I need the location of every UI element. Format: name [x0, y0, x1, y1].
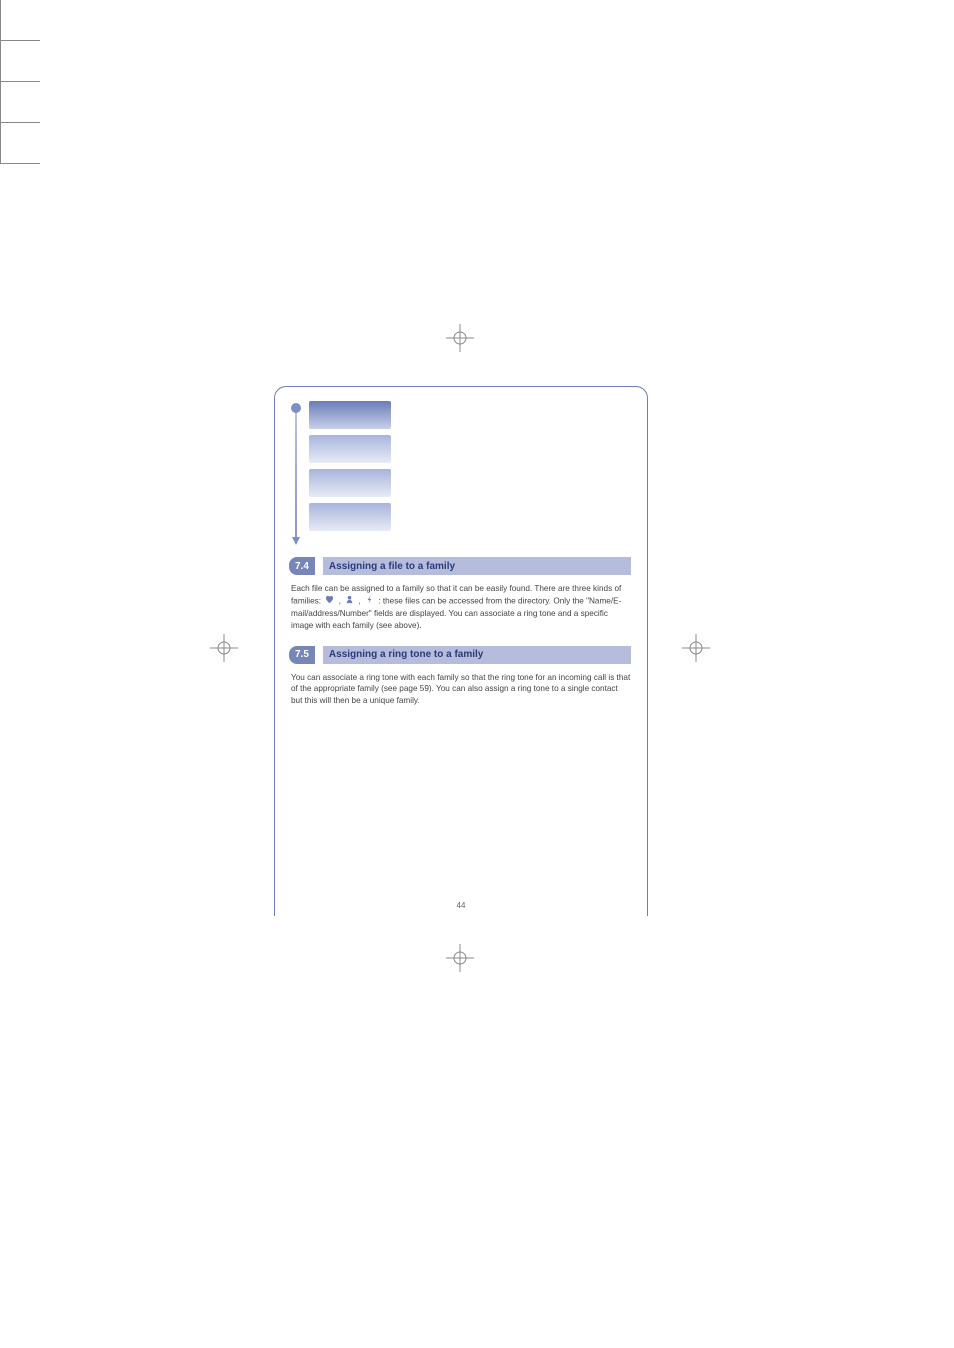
- section-number: 7.5: [289, 646, 315, 664]
- registration-mark-icon: [446, 944, 474, 972]
- section-header: 7.5 Assigning a ring tone to a family: [289, 646, 631, 664]
- person-icon: [345, 595, 354, 608]
- section-header: 7.4 Assigning a file to a family: [289, 557, 631, 575]
- section-body: Each file can be assigned to a family so…: [291, 583, 631, 632]
- section-body: You can associate a ring tone with each …: [291, 672, 631, 708]
- heart-icon: [325, 595, 334, 608]
- section-number: 7.4: [289, 557, 315, 575]
- section-title: Assigning a ring tone to a family: [323, 646, 631, 664]
- registration-mark-icon: [682, 634, 710, 662]
- slider-graphic: [291, 401, 301, 547]
- menu-graphic: [309, 401, 391, 547]
- bolt-icon: [365, 595, 374, 608]
- registration-mark-icon: [210, 634, 238, 662]
- page-number: 44: [275, 901, 647, 910]
- registration-mark-icon: [446, 324, 474, 352]
- document-page: 7.4 Assigning a file to a family Each fi…: [274, 386, 648, 916]
- section-title: Assigning a file to a family: [323, 557, 631, 575]
